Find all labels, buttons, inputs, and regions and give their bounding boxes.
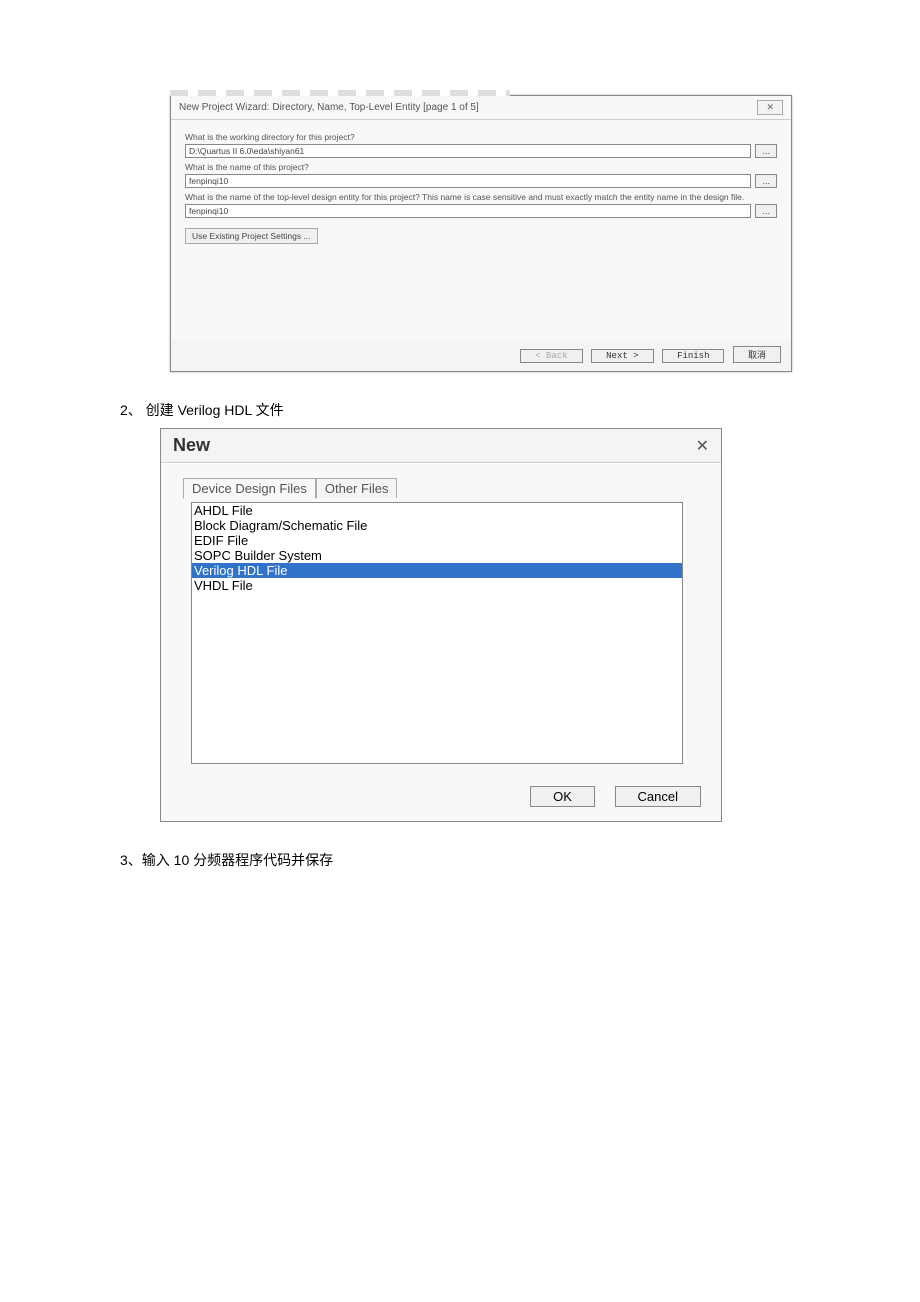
list-item[interactable]: SOPC Builder System xyxy=(192,548,682,563)
list-item[interactable]: VHDL File xyxy=(192,578,682,593)
tab-other-files[interactable]: Other Files xyxy=(316,478,398,498)
back-button: < Back xyxy=(520,349,582,363)
wizard-title-bar: New Project Wizard: Directory, Name, Top… xyxy=(171,96,791,120)
list-item[interactable]: Block Diagram/Schematic File xyxy=(192,518,682,533)
new-project-wizard-dialog: New Project Wizard: Directory, Name, Top… xyxy=(170,95,792,372)
cancel-button[interactable]: 取消 xyxy=(733,346,781,363)
browse-entity-button[interactable]: ... xyxy=(755,204,777,218)
new-dialog-body: Device Design FilesOther Files AHDL File… xyxy=(161,463,721,776)
project-name-label: What is the name of this project? xyxy=(185,162,777,172)
tab-device-design-files[interactable]: Device Design Files xyxy=(183,478,316,499)
browse-directory-button[interactable]: ... xyxy=(755,144,777,158)
list-item[interactable]: EDIF File xyxy=(192,533,682,548)
wizard-title-text: New Project Wizard: Directory, Name, Top… xyxy=(179,102,479,113)
close-icon[interactable]: ✕ xyxy=(757,100,783,115)
close-icon[interactable]: ✕ xyxy=(696,436,709,456)
file-type-listbox[interactable]: AHDL FileBlock Diagram/Schematic FileEDI… xyxy=(191,502,683,764)
cancel-button[interactable]: Cancel xyxy=(615,786,701,807)
wizard-footer: < Back Next > Finish 取消 xyxy=(171,340,791,371)
directory-input[interactable]: D:\Quartus II 6.0\eda\shiyan61 xyxy=(185,144,751,158)
new-file-dialog: New ✕ Device Design FilesOther Files AHD… xyxy=(160,428,722,822)
new-dialog-title-bar: New ✕ xyxy=(161,429,721,463)
entity-name-input[interactable]: fenpinqi10 xyxy=(185,204,751,218)
entity-name-label: What is the name of the top-level design… xyxy=(185,192,777,202)
list-item[interactable]: AHDL File xyxy=(192,503,682,518)
step-2-text: 2、 创建 Verilog HDL 文件 xyxy=(120,400,800,420)
list-item[interactable]: Verilog HDL File xyxy=(192,563,682,578)
next-button[interactable]: Next > xyxy=(591,349,653,363)
browse-name-button[interactable]: ... xyxy=(755,174,777,188)
use-existing-settings-button[interactable]: Use Existing Project Settings ... xyxy=(185,228,318,244)
step-3-text: 3、输入 10 分频器程序代码并保存 xyxy=(120,850,800,870)
new-dialog-title: New xyxy=(173,435,210,456)
directory-label: What is the working directory for this p… xyxy=(185,132,777,142)
wizard-body: What is the working directory for this p… xyxy=(171,120,791,340)
finish-button[interactable]: Finish xyxy=(662,349,724,363)
tabs: Device Design FilesOther Files xyxy=(183,478,705,499)
ok-button[interactable]: OK xyxy=(530,786,595,807)
cropped-toolbar-fragment xyxy=(170,90,510,96)
project-name-input[interactable]: fenpinqi10 xyxy=(185,174,751,188)
new-dialog-footer: OK Cancel xyxy=(161,776,721,821)
